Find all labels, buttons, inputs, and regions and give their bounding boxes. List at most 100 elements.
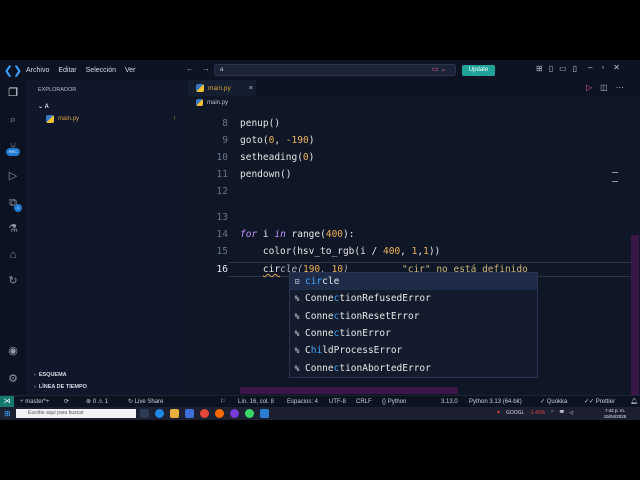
code-line-9: goto(0, -190) xyxy=(240,135,314,146)
run-debug-icon[interactable]: ▷ xyxy=(6,169,20,183)
class-icon: % xyxy=(294,329,300,339)
update-button[interactable]: Update xyxy=(462,65,495,76)
forward-arrow-icon[interactable]: → xyxy=(202,64,210,73)
function-icon: ⊡ xyxy=(294,277,300,287)
class-icon: % xyxy=(294,294,300,304)
class-icon: % xyxy=(294,363,300,373)
suggestion-text: tionRefusedError xyxy=(339,293,431,305)
run-file-icon[interactable]: ▷ xyxy=(586,83,592,92)
suggestion-item[interactable]: % Conne c tionError xyxy=(290,325,537,342)
python-file-icon xyxy=(46,115,54,123)
suggestion-item[interactable]: % Chi ldProcessError xyxy=(290,342,537,359)
outline-section[interactable]: › ESQUEMA xyxy=(34,372,67,378)
code-text: ): xyxy=(343,229,355,240)
python-file-icon xyxy=(196,99,203,106)
suggestion-text: Conne xyxy=(305,362,334,374)
code-text: color(hsv_to_rgb(i / xyxy=(240,246,383,257)
code-text: ) xyxy=(308,135,315,146)
sidebar-title: EXPLORADOR xyxy=(38,87,77,93)
timeline-section[interactable]: › LÍNEA DE TIEMPO xyxy=(34,384,87,390)
live-share-icon[interactable]: ↻ xyxy=(6,274,20,288)
menu-seleccion[interactable]: Selección xyxy=(86,67,116,74)
class-icon: % xyxy=(294,311,300,321)
back-arrow-icon[interactable]: ← xyxy=(186,64,194,73)
line-number-current: 16 xyxy=(216,264,228,275)
code-text: penup() xyxy=(240,118,281,129)
accounts-badge: REC xyxy=(6,148,20,156)
line-number: 10 xyxy=(216,152,228,163)
timeline-label: LÍNEA DE TIEMPO xyxy=(38,384,87,390)
suggestion-item[interactable]: % Conne c tionRefusedError xyxy=(290,290,537,307)
command-search-input[interactable]: a xyxy=(214,64,456,76)
vscode-logo-icon: ❮❯ xyxy=(3,64,23,77)
folder-a[interactable]: ⌄ A xyxy=(38,103,49,110)
toggle-secondary-sidebar-icon[interactable]: ▯ xyxy=(573,64,577,73)
code-number: -190 xyxy=(285,135,309,146)
editor-actions: ▷ ◫ ⋯ xyxy=(586,83,624,92)
copilot-icon[interactable]: ▭ ⌄ xyxy=(432,65,446,73)
menu-editar[interactable]: Editar xyxy=(58,67,76,74)
explorer-sidebar: EXPLORADOR ⌄ A main.py ! › ESQUEMA › LÍNEA… xyxy=(26,80,186,395)
layout-controls: ⊞ ▯ ▭ ▯ xyxy=(536,64,577,73)
code-text: ) xyxy=(308,152,315,163)
vertical-scrollbar[interactable] xyxy=(631,235,639,395)
suggestion-text: Conne xyxy=(305,293,334,305)
line-number: 14 xyxy=(216,229,228,240)
breadcrumb-file: main.py xyxy=(207,99,229,106)
autocomplete-suggestions: ⊡ cir cle % Conne c tionRefusedError % Conne c t… xyxy=(289,272,538,378)
python-file-icon xyxy=(196,84,204,92)
code-text: , xyxy=(400,246,412,257)
tab-main-py[interactable]: main.py × xyxy=(188,80,256,96)
suggestion-item[interactable]: % Conne c tionAbortedError xyxy=(290,359,537,376)
file-main-py[interactable]: main.py xyxy=(46,115,79,123)
toggle-sidebar-icon[interactable]: ▯ xyxy=(549,64,553,73)
line-number: 12 xyxy=(216,186,228,197)
chevron-right-icon: › xyxy=(34,372,36,378)
file-label: main.py xyxy=(58,116,80,122)
code-text: i xyxy=(257,229,275,240)
breadcrumb[interactable]: main.py xyxy=(196,99,228,106)
minimize-icon[interactable]: – xyxy=(588,63,592,72)
window-controls: – ▫ ✕ xyxy=(588,63,620,72)
editor-tab-bar: main.py × xyxy=(188,80,640,96)
line-number: 9 xyxy=(222,135,228,146)
menu-ver[interactable]: Ver xyxy=(125,67,136,74)
code-number: 400 xyxy=(383,246,401,257)
suggestion-text: cle xyxy=(322,276,340,288)
outline-label: ESQUEMA xyxy=(38,372,67,378)
customize-layout-icon[interactable]: ⊞ xyxy=(536,64,543,73)
suggestion-item[interactable]: % Conne c tionResetError xyxy=(290,308,537,325)
nav-arrows: ← → xyxy=(186,64,210,73)
code-text: , xyxy=(274,135,286,146)
more-actions-icon[interactable]: ⋯ xyxy=(616,83,624,92)
line-number: 13 xyxy=(216,212,228,223)
folder-label: A xyxy=(44,104,49,110)
code-text: setheading( xyxy=(240,152,303,163)
line-number: 8 xyxy=(222,118,228,129)
settings-gear-icon[interactable]: ⚙ xyxy=(6,372,20,386)
menu-archivo[interactable]: Archivo xyxy=(26,67,49,74)
suggestion-text: Conne xyxy=(305,310,334,322)
split-editor-icon[interactable]: ◫ xyxy=(600,83,608,92)
activity-bar: ❐ ⌕ ⑂ REC ▷ ⧉ 1 ⚗ ⌂ ↻ ◉ ⚙ xyxy=(0,80,26,395)
search-icon[interactable]: ⌕ xyxy=(6,113,20,127)
tab-close-icon[interactable]: × xyxy=(249,85,253,92)
remote-explorer-icon[interactable]: ⌂ xyxy=(6,248,20,262)
code-keyword: in xyxy=(274,229,286,240)
minimap-marker xyxy=(612,172,618,182)
close-window-icon[interactable]: ✕ xyxy=(613,63,620,72)
suggestion-item[interactable]: ⊡ cir cle xyxy=(290,273,537,291)
explorer-icon[interactable]: ❐ xyxy=(6,86,20,100)
suggestion-match: hi xyxy=(310,345,323,357)
code-keyword: for xyxy=(240,229,258,240)
testing-flask-icon[interactable]: ⚗ xyxy=(6,222,20,236)
horizontal-scrollbar[interactable] xyxy=(240,387,458,394)
suggestion-text: tionResetError xyxy=(339,310,420,322)
code-text: )) xyxy=(428,246,441,257)
toggle-panel-icon[interactable]: ▭ xyxy=(559,64,567,73)
maximize-icon[interactable]: ▫ xyxy=(601,63,604,72)
account-icon[interactable]: ◉ xyxy=(6,344,20,358)
suggestion-text: ldProcessError xyxy=(322,345,403,357)
suggestion-text: Conne xyxy=(305,328,334,340)
